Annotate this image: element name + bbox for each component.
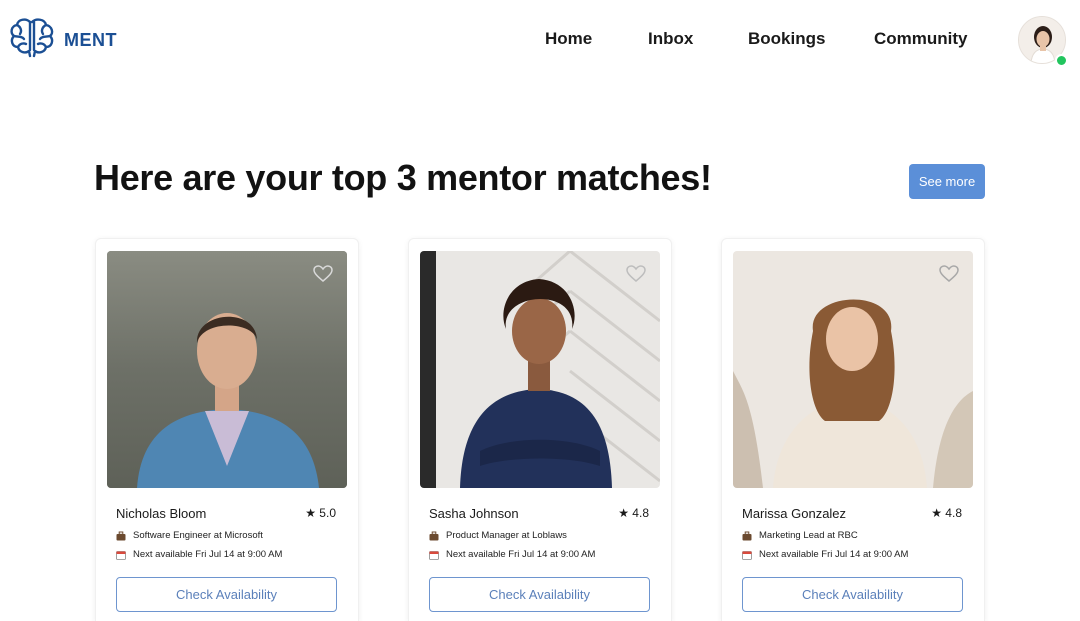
check-availability-button[interactable]: Check Availability <box>429 577 650 612</box>
top-navbar: MENT Home Inbox Bookings Community <box>0 0 1080 80</box>
mentor-next-available-row: Next available Fri Jul 14 at 9:00 AM <box>429 549 595 560</box>
mentor-name: Sasha Johnson <box>429 506 519 521</box>
favorite-heart-icon[interactable] <box>313 265 333 283</box>
online-status-indicator <box>1055 54 1068 67</box>
mentor-card: Marissa Gonzalez ★ 4.8 Marketing Lead at… <box>721 238 985 621</box>
mentor-card: Sasha Johnson ★ 4.8 Product Manager at L… <box>408 238 672 621</box>
mentor-rating: ★ 4.8 <box>931 506 962 520</box>
nav-home[interactable]: Home <box>545 29 592 49</box>
mentor-role: Product Manager at Loblaws <box>446 530 567 541</box>
check-availability-button[interactable]: Check Availability <box>116 577 337 612</box>
calendar-icon <box>742 550 752 560</box>
mentor-role: Software Engineer at Microsoft <box>133 530 263 541</box>
mentor-next-available: Next available Fri Jul 14 at 9:00 AM <box>133 549 283 560</box>
nav-inbox[interactable]: Inbox <box>648 29 693 49</box>
favorite-heart-icon[interactable] <box>939 265 959 283</box>
calendar-icon <box>116 550 126 560</box>
mentor-role: Marketing Lead at RBC <box>759 530 858 541</box>
mentor-next-available: Next available Fri Jul 14 at 9:00 AM <box>446 549 596 560</box>
brand-logo[interactable]: MENT <box>8 16 117 65</box>
mentor-role-row: Marketing Lead at RBC <box>742 530 858 541</box>
mentor-photo <box>420 251 660 488</box>
mentor-photo <box>107 251 347 488</box>
favorite-heart-icon[interactable] <box>626 265 646 283</box>
briefcase-icon <box>742 531 752 541</box>
nav-community[interactable]: Community <box>874 29 968 49</box>
briefcase-icon <box>116 531 126 541</box>
mentor-photo <box>733 251 973 488</box>
mentor-next-available-row: Next available Fri Jul 14 at 9:00 AM <box>742 549 908 560</box>
mentor-name: Nicholas Bloom <box>116 506 207 521</box>
check-availability-button[interactable]: Check Availability <box>742 577 963 612</box>
see-more-button[interactable]: See more <box>909 164 985 199</box>
brand-name: MENT <box>64 30 117 50</box>
nav-bookings[interactable]: Bookings <box>748 29 825 49</box>
mentor-next-available-row: Next available Fri Jul 14 at 9:00 AM <box>116 549 282 560</box>
mentor-next-available: Next available Fri Jul 14 at 9:00 AM <box>759 549 909 560</box>
calendar-icon <box>429 550 439 560</box>
brain-icon <box>8 16 56 65</box>
briefcase-icon <box>429 531 439 541</box>
page-title: Here are your top 3 mentor matches! <box>94 157 712 198</box>
mentor-name: Marissa Gonzalez <box>742 506 847 521</box>
mentor-rating: ★ 5.0 <box>305 506 336 520</box>
mentor-role-row: Product Manager at Loblaws <box>429 530 567 541</box>
mentor-rating: ★ 4.8 <box>618 506 649 520</box>
mentor-card: Nicholas Bloom ★ 5.0 Software Engineer a… <box>95 238 359 621</box>
mentor-role-row: Software Engineer at Microsoft <box>116 530 263 541</box>
